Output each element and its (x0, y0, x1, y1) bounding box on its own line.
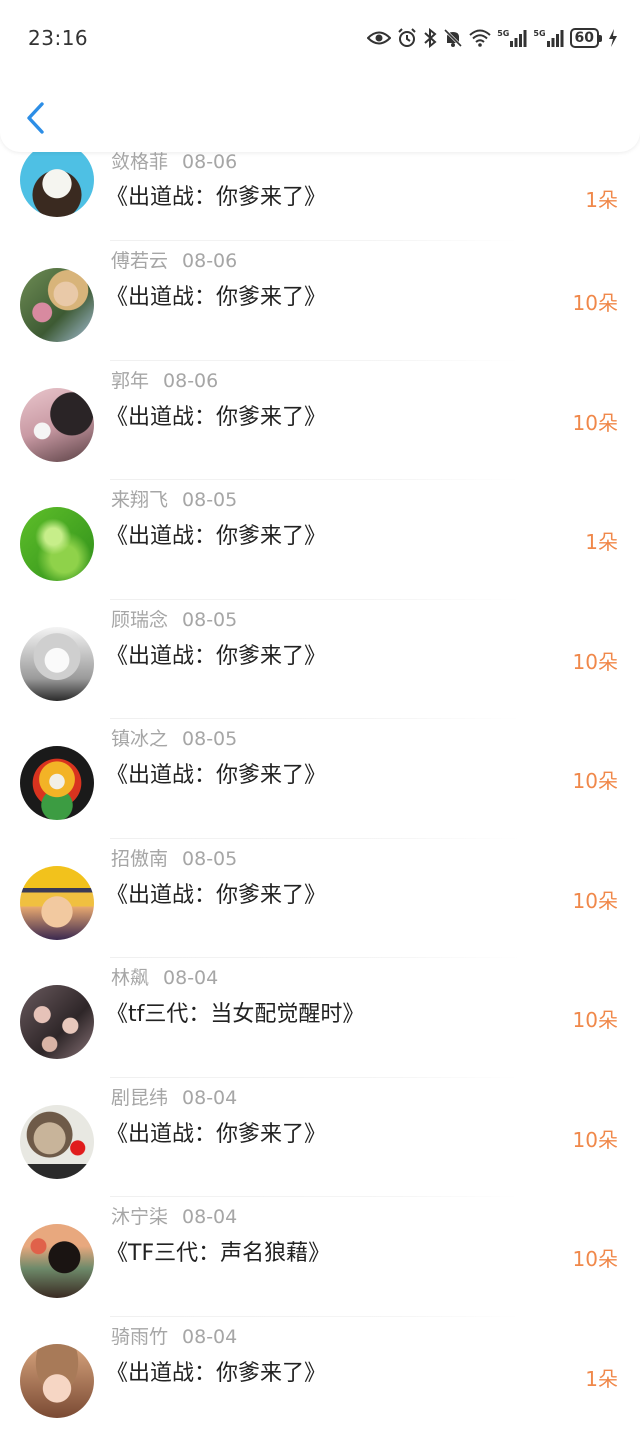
date: 08-04 (182, 1206, 237, 1228)
book-title[interactable]: 《出道战：你爹来了》 (106, 281, 326, 315)
flower-count: 10朵 (573, 1125, 618, 1155)
flower-count: 10朵 (573, 408, 618, 438)
user-name[interactable]: 剧昆纬 (111, 1087, 168, 1109)
date: 08-04 (182, 1087, 237, 1109)
item-meta: 郭年 08-06 (111, 367, 218, 395)
avatar[interactable] (20, 627, 94, 701)
list-item[interactable]: 敛格菲 08-06 《出道战：你爹来了》 1朵 (0, 150, 640, 241)
book-title[interactable]: 《出道战：你爹来了》 (106, 1357, 326, 1391)
item-meta: 沐宁柒 08-04 (111, 1203, 237, 1231)
book-title[interactable]: 《出道战：你爹来了》 (106, 640, 326, 674)
book-title[interactable]: 《出道战：你爹来了》 (106, 759, 326, 793)
date: 08-05 (182, 489, 237, 511)
flower-count: 10朵 (573, 288, 618, 318)
item-meta: 林飙 08-04 (111, 964, 218, 992)
avatar[interactable] (20, 746, 94, 820)
avatar[interactable] (20, 1344, 94, 1418)
avatar[interactable] (20, 143, 94, 217)
item-meta: 招傲南 08-05 (111, 845, 237, 873)
item-meta: 剧昆纬 08-04 (111, 1084, 237, 1112)
mute-icon (443, 28, 463, 48)
status-icons: 5G 5G 60 (367, 28, 618, 48)
list-item[interactable]: 沐宁柒 08-04 《TF三代：声名狼藉》 10朵 (0, 1197, 640, 1317)
list-item[interactable]: 郭年 08-06 《出道战：你爹来了》 10朵 (0, 361, 640, 481)
date: 08-06 (182, 151, 237, 173)
item-meta: 来翔飞 08-05 (111, 486, 237, 514)
flower-count: 1朵 (585, 1364, 618, 1394)
user-name[interactable]: 沐宁柒 (111, 1206, 168, 1228)
flower-count: 10朵 (573, 1244, 618, 1274)
date: 08-04 (182, 1326, 237, 1348)
book-title[interactable]: 《出道战：你爹来了》 (106, 520, 326, 554)
chevron-left-icon (29, 104, 42, 132)
list-item[interactable]: 傅若云 08-06 《出道战：你爹来了》 10朵 (0, 241, 640, 361)
alarm-icon (397, 28, 417, 48)
list-item[interactable]: 招傲南 08-05 《出道战：你爹来了》 10朵 (0, 839, 640, 959)
user-name[interactable]: 傅若云 (111, 250, 168, 272)
item-meta: 镇冰之 08-05 (111, 725, 237, 753)
list-item[interactable]: 剧昆纬 08-04 《出道战：你爹来了》 10朵 (0, 1078, 640, 1198)
user-name[interactable]: 林飙 (111, 967, 149, 989)
eye-icon (367, 30, 391, 46)
back-button[interactable] (22, 100, 52, 136)
user-name[interactable]: 敛格菲 (111, 151, 168, 173)
flower-count: 10朵 (573, 766, 618, 796)
date: 08-05 (182, 728, 237, 750)
book-title[interactable]: 《出道战：你爹来了》 (106, 401, 326, 435)
user-name[interactable]: 顾瑞念 (111, 609, 168, 631)
battery-level: 60 (570, 28, 599, 48)
flower-count: 1朵 (585, 527, 618, 557)
item-meta: 傅若云 08-06 (111, 247, 237, 275)
avatar[interactable] (20, 866, 94, 940)
gift-list: 敛格菲 08-06 《出道战：你爹来了》 1朵 傅若云 08-06 《出道战：你爹来… (0, 150, 640, 1436)
item-meta: 敛格菲 08-06 (111, 148, 237, 176)
book-title[interactable]: 《TF三代：声名狼藉》 (106, 1237, 330, 1271)
top-bar: 23:16 5G (0, 0, 640, 152)
book-title[interactable]: 《tf三代：当女配觉醒时》 (106, 998, 364, 1032)
status-time: 23:16 (28, 26, 88, 50)
avatar[interactable] (20, 1105, 94, 1179)
date: 08-04 (163, 967, 218, 989)
bluetooth-icon (423, 28, 437, 48)
date: 08-05 (182, 848, 237, 870)
user-name[interactable]: 郭年 (111, 370, 149, 392)
date: 08-05 (182, 609, 237, 631)
list-item[interactable]: 镇冰之 08-05 《出道战：你爹来了》 10朵 (0, 719, 640, 839)
flower-count: 1朵 (585, 185, 618, 215)
user-name[interactable]: 镇冰之 (111, 728, 168, 750)
flower-count: 10朵 (573, 1005, 618, 1035)
wifi-icon (469, 29, 491, 47)
user-name[interactable]: 来翔飞 (111, 489, 168, 511)
book-title[interactable]: 《出道战：你爹来了》 (106, 879, 326, 913)
item-meta: 骑雨竹 08-04 (111, 1323, 237, 1351)
charging-icon (608, 29, 618, 47)
signal-1: 5G (497, 29, 527, 47)
book-title[interactable]: 《出道战：你爹来了》 (106, 1118, 326, 1152)
list-item[interactable]: 骑雨竹 08-04 《出道战：你爹来了》 1朵 (0, 1317, 640, 1436)
avatar[interactable] (20, 1224, 94, 1298)
network-type-label: 5G (533, 29, 545, 38)
cellular-signal-icon (546, 29, 564, 47)
avatar[interactable] (20, 388, 94, 462)
user-name[interactable]: 骑雨竹 (111, 1326, 168, 1348)
item-meta: 顾瑞念 08-05 (111, 606, 237, 634)
flower-count: 10朵 (573, 647, 618, 677)
list-item[interactable]: 顾瑞念 08-05 《出道战：你爹来了》 10朵 (0, 600, 640, 720)
avatar[interactable] (20, 268, 94, 342)
date: 08-06 (163, 370, 218, 392)
list-item[interactable]: 来翔飞 08-05 《出道战：你爹来了》 1朵 (0, 480, 640, 600)
avatar[interactable] (20, 507, 94, 581)
cellular-signal-icon (509, 29, 527, 47)
network-type-label: 5G (497, 29, 509, 38)
avatar[interactable] (20, 985, 94, 1059)
flower-count: 10朵 (573, 886, 618, 916)
book-title[interactable]: 《出道战：你爹来了》 (106, 181, 326, 215)
date: 08-06 (182, 250, 237, 272)
signal-2: 5G (533, 29, 563, 47)
user-name[interactable]: 招傲南 (111, 848, 168, 870)
battery-icon: 60 (570, 28, 602, 48)
list-item[interactable]: 林飙 08-04 《tf三代：当女配觉醒时》 10朵 (0, 958, 640, 1078)
